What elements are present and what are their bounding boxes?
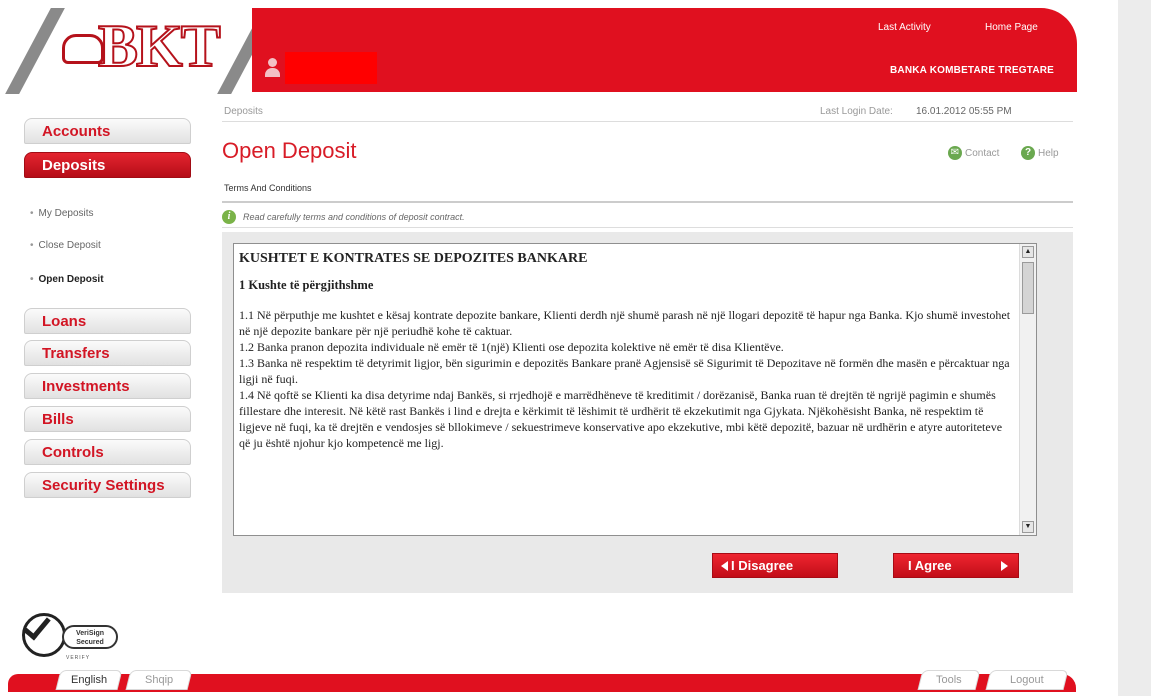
logo-text: BKT (97, 13, 222, 79)
verisign-verify: VERIFY (66, 655, 91, 661)
agree-label: I Agree (908, 558, 952, 573)
terms-paragraph: 1.1 Në përputhje me kushtet e kësaj kont… (239, 308, 1011, 338)
bkt-logo[interactable]: BKT (62, 13, 222, 79)
disagree-label: I Disagree (731, 558, 794, 573)
divider (222, 201, 1073, 203)
page-title: Open Deposit (222, 138, 357, 163)
header: BKT Last Activity Home Page BANKA KOMBET… (0, 0, 1085, 94)
sub-item-label: My Deposits (38, 208, 94, 219)
sidebar-tab-transfers[interactable]: Transfers (24, 340, 191, 366)
last-login-value: 16.01.2012 05:55 PM (916, 106, 1012, 117)
verisign-line2: Secured (76, 639, 104, 646)
terms-textarea[interactable]: KUSHTET E KONTRATES SE DEPOZITES BANKARE… (233, 243, 1037, 536)
terms-scrollbar[interactable]: ▲ ▼ (1019, 244, 1036, 535)
language-english-tab[interactable]: English (55, 670, 123, 690)
terms-section-heading: 1 Kushte të përgjithshme (239, 278, 374, 292)
bank-portal-page: BKT Last Activity Home Page BANKA KOMBET… (0, 0, 1151, 696)
divider (222, 121, 1073, 122)
terms-paragraph: 1.3 Banka në respektim të detyrimit ligj… (239, 356, 1010, 386)
agree-button[interactable]: I Agree (893, 553, 1019, 578)
sidebar-tab-controls[interactable]: Controls (24, 439, 191, 465)
sidebar-tab-security-settings[interactable]: Security Settings (24, 472, 191, 498)
user-name-redacted (285, 52, 377, 84)
last-activity-link[interactable]: Last Activity (878, 22, 931, 33)
logout-label: Logout (1010, 674, 1044, 686)
help-link[interactable]: ? Help (1021, 146, 1059, 160)
scroll-thumb[interactable] (1022, 262, 1034, 314)
section-label: Terms And Conditions (224, 183, 312, 193)
language-shqip-tab[interactable]: Shqip (125, 670, 193, 690)
decorative-stripe (5, 8, 65, 94)
sidebar-tab-investments[interactable]: Investments (24, 373, 191, 399)
user-icon (264, 58, 280, 78)
contact-icon: ✉ (948, 146, 962, 160)
disagree-button[interactable]: I Disagree (712, 553, 838, 578)
sub-item-label: Open Deposit (38, 274, 104, 285)
header-banner: Last Activity Home Page BANKA KOMBETARE … (252, 8, 1077, 92)
arrow-right-icon (1001, 561, 1008, 571)
info-message-text: Read carefully terms and conditions of d… (243, 212, 465, 222)
sidebar-tab-accounts[interactable]: Accounts (24, 118, 191, 144)
tools-tab[interactable]: Tools (917, 670, 981, 690)
last-login-label: Last Login Date: (820, 106, 893, 117)
breadcrumb: Deposits (224, 106, 263, 117)
logout-tab[interactable]: Logout (985, 670, 1069, 690)
sub-item-my-deposits[interactable]: • My Deposits (30, 208, 94, 219)
terms-paragraph: 1.4 Në qoftë se Klienti ka disa detyrime… (239, 388, 1003, 450)
sub-item-open-deposit[interactable]: • Open Deposit (30, 274, 104, 285)
window-gutter (1118, 0, 1151, 696)
verisign-line1: VeriSign (75, 630, 104, 637)
help-icon: ? (1021, 146, 1035, 160)
sub-item-label: Close Deposit (38, 240, 101, 251)
scroll-up-icon[interactable]: ▲ (1022, 246, 1034, 258)
info-icon: i (222, 210, 236, 224)
info-message: i Read carefully terms and conditions of… (222, 210, 465, 224)
help-label: Help (1038, 147, 1059, 159)
contact-link[interactable]: ✉ Contact (948, 146, 999, 160)
sidebar-tab-deposits[interactable]: Deposits (24, 152, 191, 178)
bank-name: BANKA KOMBETARE TREGTARE (890, 65, 1055, 76)
terms-content: KUSHTET E KONTRATES SE DEPOZITES BANKARE… (239, 248, 1011, 451)
scroll-down-icon[interactable]: ▼ (1022, 521, 1034, 533)
terms-paragraph: 1.2 Banka pranon depozita individuale në… (239, 340, 784, 354)
english-label: English (70, 674, 108, 686)
divider (222, 227, 1073, 228)
verisign-seal[interactable]: VeriSign Secured VERIFY (22, 609, 122, 665)
home-page-link[interactable]: Home Page (985, 22, 1038, 33)
shqip-label: Shqip (144, 674, 174, 686)
contact-label: Contact (965, 147, 1000, 159)
arrow-left-icon (721, 560, 728, 571)
sidebar-tab-bills[interactable]: Bills (24, 406, 191, 432)
verisign-badge: VeriSign Secured (62, 625, 118, 649)
tools-label: Tools (936, 674, 962, 686)
sidebar-tab-loans[interactable]: Loans (24, 308, 191, 334)
sub-item-close-deposit[interactable]: • Close Deposit (30, 240, 101, 251)
terms-title: KUSHTET E KONTRATES SE DEPOZITES BANKARE (239, 251, 588, 266)
